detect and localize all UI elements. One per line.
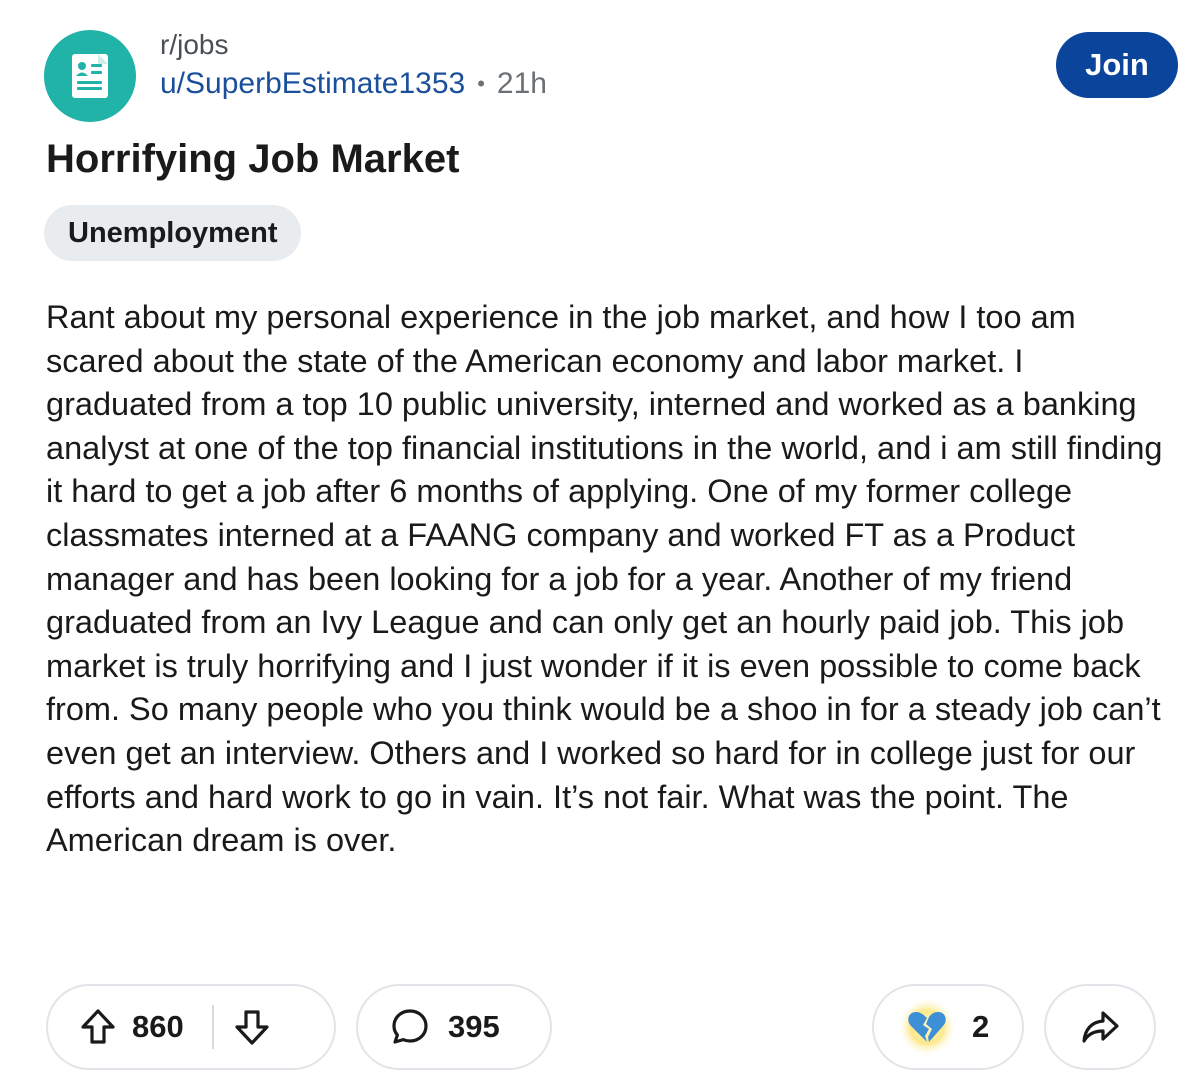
vote-control: 860 xyxy=(46,984,336,1070)
post-timestamp: 21h xyxy=(496,67,547,100)
share-button[interactable] xyxy=(1044,984,1156,1070)
join-button[interactable]: Join xyxy=(1056,32,1178,98)
awards-button[interactable]: 2 xyxy=(872,984,1024,1070)
upvote-count: 860 xyxy=(132,1009,184,1044)
post-body: Rant about my personal experience in the… xyxy=(46,299,1163,859)
comments-button[interactable]: 395 xyxy=(356,984,552,1070)
subreddit-name[interactable]: r/jobs xyxy=(160,28,228,62)
author-username[interactable]: u/SuperbEstimate1353 xyxy=(160,66,465,102)
separator-dot: • xyxy=(477,71,485,96)
comment-count: 395 xyxy=(448,1009,500,1044)
resume-document-icon xyxy=(68,51,112,101)
post-title: Horrifying Job Market xyxy=(46,137,460,181)
upvote-button[interactable] xyxy=(80,1008,116,1046)
downvote-button[interactable] xyxy=(234,1008,270,1046)
post-flair[interactable]: Unemployment xyxy=(44,205,302,261)
award-count: 2 xyxy=(972,1009,990,1044)
arrow-up-icon xyxy=(81,1009,115,1044)
author-line: u/SuperbEstimate1353 • 21h xyxy=(160,66,547,102)
subreddit-avatar[interactable] xyxy=(44,30,136,122)
arrow-down-icon xyxy=(235,1010,269,1045)
vote-divider xyxy=(211,1005,214,1049)
speech-bubble-icon xyxy=(390,1007,430,1047)
share-arrow-icon xyxy=(1080,1008,1120,1046)
broken-heart-icon xyxy=(896,996,958,1058)
